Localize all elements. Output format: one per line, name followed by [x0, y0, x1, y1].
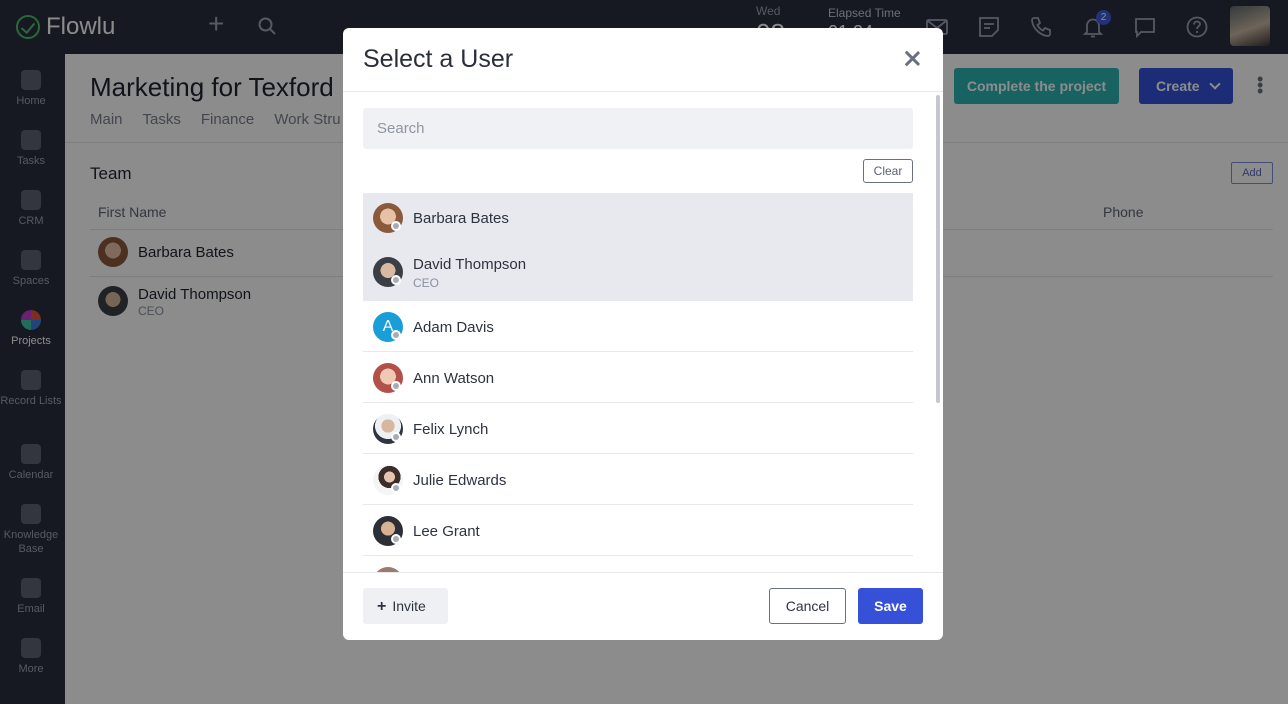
- user-name: Adam Davis: [413, 319, 494, 336]
- status-dot: [391, 221, 401, 231]
- status-dot: [391, 330, 401, 340]
- dialog-header-divider: [343, 91, 943, 92]
- plus-icon: +: [377, 598, 387, 615]
- list-item-julie-edwards[interactable]: Julie Edwards: [363, 454, 913, 505]
- user-name: Barbara Bates: [413, 210, 509, 227]
- scrollbar[interactable]: [936, 95, 940, 403]
- list-item-ann-watson[interactable]: Ann Watson: [363, 352, 913, 403]
- user-name: Felix Lynch: [413, 421, 489, 438]
- list-item-david-thompson[interactable]: David Thompson CEO: [363, 243, 913, 301]
- close-icon[interactable]: [904, 50, 920, 66]
- save-button[interactable]: Save: [858, 588, 923, 624]
- dialog-title: Select a User: [363, 45, 514, 73]
- clear-button[interactable]: Clear: [863, 159, 913, 183]
- list-item-felix-lynch[interactable]: Felix Lynch: [363, 403, 913, 454]
- user-list: Barbara Bates David Thompson CEO A Adam …: [363, 193, 913, 572]
- invite-button-label: Invite: [392, 598, 426, 614]
- status-dot: [391, 275, 401, 285]
- status-dot: [391, 381, 401, 391]
- user-name: David Thompson: [413, 256, 527, 273]
- invite-button[interactable]: + Invite: [363, 588, 448, 624]
- list-item-partial[interactable]: [363, 556, 913, 572]
- list-item-adam-davis[interactable]: A Adam Davis: [363, 301, 913, 352]
- select-user-dialog: Select a User Clear Barbara Bates David …: [343, 28, 943, 640]
- list-item-lee-grant[interactable]: Lee Grant: [363, 505, 913, 556]
- user-role: CEO: [413, 276, 440, 290]
- user-name: Lee Grant: [413, 523, 480, 540]
- status-dot: [391, 534, 401, 544]
- user-name: Julie Edwards: [413, 472, 507, 489]
- dialog-footer-divider: [343, 572, 943, 573]
- search-input[interactable]: [363, 108, 913, 149]
- user-name: Ann Watson: [413, 370, 495, 387]
- status-dot: [391, 483, 401, 493]
- status-dot: [391, 432, 401, 442]
- cancel-button[interactable]: Cancel: [769, 588, 846, 624]
- list-item-barbara-bates[interactable]: Barbara Bates: [363, 193, 913, 243]
